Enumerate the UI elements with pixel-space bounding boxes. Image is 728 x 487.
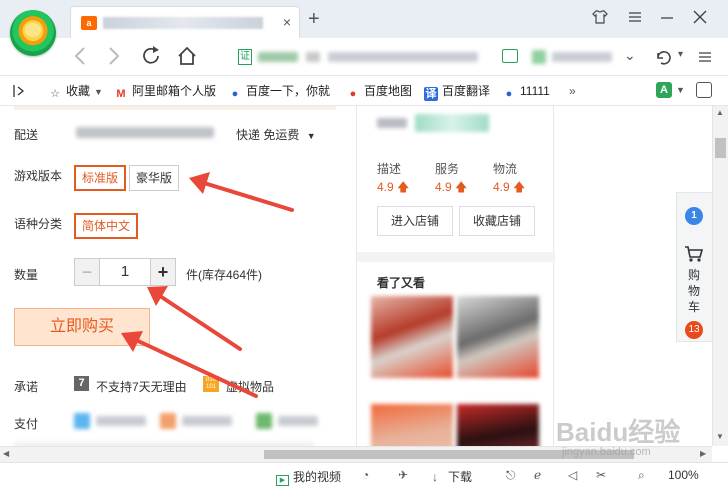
horizontal-scroll-thumb[interactable] — [264, 450, 634, 459]
scroll-up-icon[interactable]: ▲ — [716, 108, 724, 117]
tab-favicon-icon: a — [81, 16, 97, 30]
status-bar: ▶ 我的视频 ◔ ✈ ↓ 下载 ⎋ ℯ ◁ ✂ ⌕ 100% — [0, 462, 728, 487]
tab-close-icon[interactable]: × — [283, 14, 291, 30]
bookmark-favorites[interactable]: ☆ 收藏 ▼ — [48, 83, 103, 100]
pin-icon[interactable]: ✈ — [398, 468, 408, 482]
bookmark-baidu-translate[interactable]: 译百度翻译 — [424, 83, 490, 101]
product-page: 配送 快递 免运费 ▼ 游戏版本 标准版 豪华版 语种分类 简体中文 数量 − … — [0, 106, 712, 446]
bookmark-11111[interactable]: ● 11111 — [502, 83, 550, 100]
vertical-scrollbar[interactable]: ▲ ▼ — [712, 106, 728, 446]
sidebar-toggle-icon[interactable] — [12, 84, 26, 98]
undo-dropdown-icon[interactable]: ▾ — [678, 49, 683, 60]
refresh-icon[interactable] — [140, 45, 162, 67]
tab-bar: a × + — [0, 0, 728, 38]
chevron-down-icon: ▼ — [94, 87, 103, 97]
bookmark-baidu-map[interactable]: ● 百度地图 — [346, 83, 412, 100]
my-video-button[interactable]: ▶ 我的视频 — [276, 468, 341, 486]
link-icon[interactable]: ⎋ — [506, 468, 516, 483]
bookmark-baidu[interactable]: ● 百度一下，你就 — [228, 83, 330, 100]
back-icon[interactable] — [72, 46, 88, 66]
skin-shirt-icon[interactable] — [592, 10, 608, 24]
minimize-icon[interactable] — [660, 10, 674, 24]
new-tab-icon[interactable]: + — [308, 8, 320, 31]
tab-title-blurred — [103, 17, 263, 29]
close-window-icon[interactable] — [692, 9, 708, 25]
speed-icon[interactable]: ◔ — [362, 468, 369, 482]
arrow-to-buy-button — [121, 331, 258, 398]
browser-tab[interactable]: a × — [70, 6, 300, 38]
download-icon: ↓ — [432, 470, 438, 484]
star-icon: ☆ — [50, 88, 60, 100]
map-pin-icon: ● — [349, 88, 357, 100]
screenshot-tool-icon[interactable]: ✂ — [596, 468, 606, 482]
forward-icon[interactable] — [106, 46, 122, 66]
sound-icon[interactable]: ◁ — [568, 468, 577, 482]
zoom-level[interactable]: 100% — [668, 468, 699, 482]
vertical-scroll-thumb[interactable] — [715, 138, 726, 158]
baidu-paw-icon: ● — [231, 88, 239, 100]
navigation-bar: 证 ⌄ ▾ — [0, 38, 728, 76]
extensions-icon[interactable] — [696, 82, 712, 98]
app-store-icon[interactable]: A — [656, 82, 672, 98]
browser-logo-icon[interactable] — [10, 10, 56, 56]
bookmark-aliyun-mail[interactable]: M 阿里邮箱个人版 — [114, 83, 216, 100]
home-icon[interactable] — [176, 45, 198, 67]
chevron-down-icon[interactable]: ▼ — [676, 85, 685, 95]
scroll-right-icon[interactable]: ▶ — [700, 449, 706, 458]
screenshot-icon[interactable] — [502, 49, 518, 63]
arrow-to-deluxe-edition — [189, 172, 294, 212]
baidu-paw-icon: ● — [505, 88, 513, 100]
menu-icon[interactable] — [628, 10, 642, 24]
scroll-down-icon[interactable]: ▼ — [716, 432, 724, 441]
dropdown-icon[interactable]: ⌄ — [624, 47, 636, 64]
arrow-to-quantity-plus — [147, 286, 242, 351]
certificate-icon[interactable]: 证 — [238, 49, 252, 65]
zoom-search-icon[interactable]: ⌕ — [638, 468, 645, 483]
bookmarks-overflow-icon[interactable]: » — [569, 83, 576, 99]
download-button[interactable]: ↓ 下载 — [432, 468, 472, 485]
scroll-left-icon[interactable]: ◀ — [3, 449, 9, 458]
more-menu-icon[interactable] — [698, 50, 712, 64]
ie-mode-icon[interactable]: ℯ — [534, 468, 541, 482]
video-play-icon: ▶ — [276, 475, 289, 486]
translate-icon: 译 — [424, 87, 438, 101]
annotation-arrows — [121, 172, 294, 398]
bookmarks-bar: ☆ 收藏 ▼ M 阿里邮箱个人版 ● 百度一下，你就 ● 百度地图 译百度翻译 ● 1111… — [0, 76, 728, 106]
undo-icon[interactable] — [655, 49, 673, 65]
horizontal-scrollbar[interactable]: ◀ ▶ — [0, 446, 712, 462]
address-bar[interactable]: 证 ⌄ — [232, 45, 640, 69]
aliyun-mail-icon: M — [116, 88, 126, 100]
